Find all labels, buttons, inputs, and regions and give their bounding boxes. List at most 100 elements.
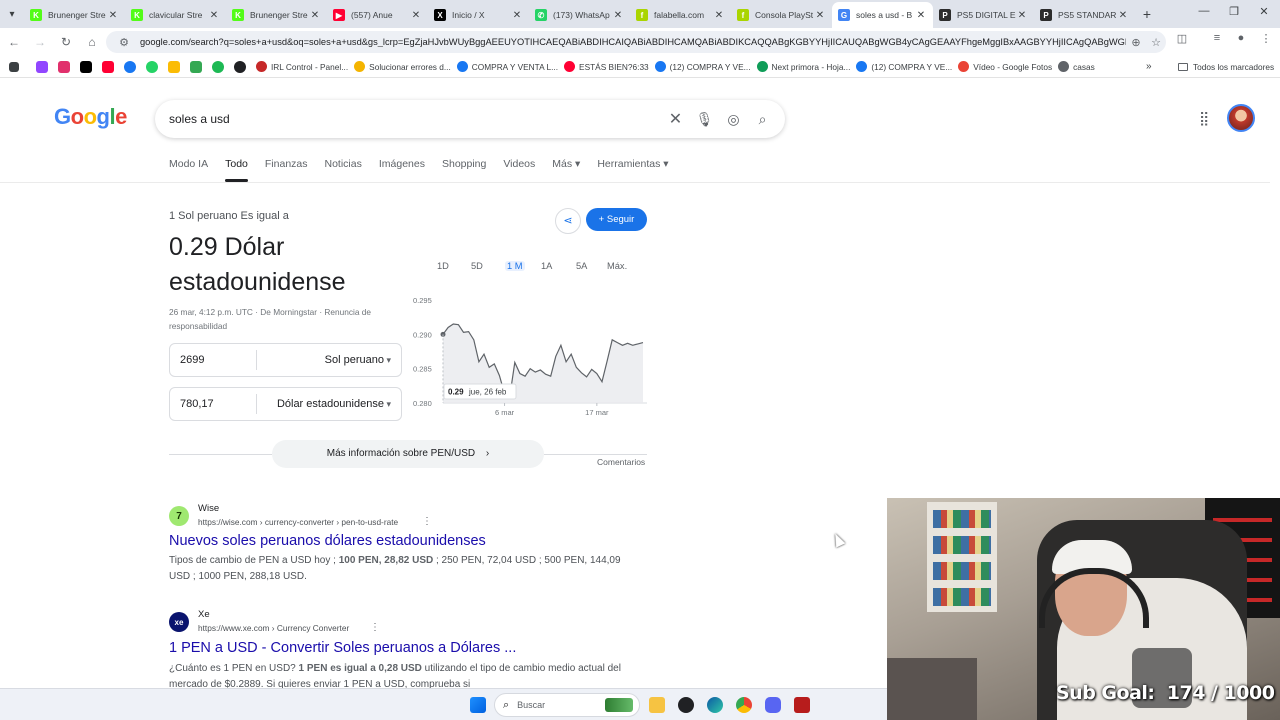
browser-tab[interactable]: Kclavicular Stre ✕	[125, 2, 226, 28]
browser-tab[interactable]: K Brunenger Stre ✕	[24, 2, 125, 28]
browser-tab[interactable]: X Inicio / X ✕	[428, 2, 529, 28]
microsoft-icon[interactable]	[168, 60, 180, 73]
to-currency-field[interactable]: 780,17 Dólar estadounidense	[169, 387, 402, 421]
bookmark-item[interactable]: IRL Control - Panel...	[256, 61, 348, 72]
browser-tab[interactable]: P PS5 DIGITAL E ✕	[933, 2, 1034, 28]
bookmark-item[interactable]: COMPRA Y VENTA L...	[456, 61, 558, 72]
to-currency-select[interactable]: Dólar estadounidense	[257, 398, 401, 410]
close-tab-icon[interactable]: ✕	[814, 10, 826, 21]
result-site-name[interactable]: Wise	[198, 503, 219, 514]
bookmarks-overflow-icon[interactable]: »	[1146, 61, 1152, 72]
account-avatar[interactable]	[1227, 104, 1255, 132]
x-icon[interactable]	[80, 60, 92, 73]
result-options-icon[interactable]: ⋮	[422, 516, 432, 527]
exchange-rate-chart[interactable]: 0.295 0.290 0.285 0.280 6 mar 17 mar 0.29 jue, …	[410, 290, 650, 420]
image-search-icon[interactable]: ◎	[719, 111, 748, 128]
chrome-icon[interactable]	[736, 697, 752, 713]
search-tab[interactable]: Modo IA	[169, 158, 208, 182]
close-window-button[interactable]: ✕	[1254, 5, 1274, 18]
feedback-link[interactable]: Comentarios	[597, 457, 645, 467]
close-tab-icon[interactable]: ✕	[511, 10, 523, 21]
voice-search-icon[interactable]: 🎙	[690, 111, 719, 128]
close-tab-icon[interactable]: ✕	[410, 10, 422, 21]
close-tab-icon[interactable]: ✕	[107, 10, 119, 21]
site-info-icon[interactable]: ⚙	[114, 36, 134, 49]
whatsapp-icon[interactable]	[146, 60, 158, 73]
browser-tab[interactable]: Gsoles a usd - B ✕	[832, 2, 933, 28]
twitch-icon[interactable]	[36, 60, 48, 73]
extensions-icon[interactable]: ◫	[1172, 32, 1192, 45]
search-tab[interactable]: Más ▾	[552, 158, 580, 182]
github-icon[interactable]	[234, 60, 246, 73]
search-tab[interactable]: Shopping	[442, 158, 486, 182]
follow-button[interactable]: + Seguir	[586, 208, 647, 231]
browser-tab[interactable]: f falabella.com ✕	[630, 2, 731, 28]
google-logo[interactable]: Google	[54, 104, 127, 130]
from-currency-field[interactable]: 2699 Sol peruano	[169, 343, 402, 377]
browser-tab[interactable]: ▶ (557) Anue ✕	[327, 2, 428, 28]
back-icon[interactable]: ←	[2, 30, 26, 54]
profile-avatar[interactable]: ●	[1231, 32, 1251, 44]
browser-menu-icon[interactable]: ⋮	[1256, 32, 1276, 45]
browser-tab[interactable]: P PS5 STANDAR ✕	[1034, 2, 1135, 28]
share-button[interactable]: ⋖	[555, 208, 581, 234]
result-url[interactable]: https://www.xe.com › Currency Converter	[198, 623, 349, 633]
result-title-link[interactable]: Nuevos soles peruanos dólares estadounid…	[169, 533, 486, 549]
to-amount-input[interactable]: 780,17	[170, 394, 257, 414]
result-site-name[interactable]: Xe	[198, 609, 210, 620]
close-tab-icon[interactable]: ✕	[612, 10, 624, 21]
result-url[interactable]: https://wise.com › currency-converter › …	[198, 517, 398, 527]
bookmark-star-icon[interactable]: ☆	[1146, 36, 1166, 49]
app-icon[interactable]	[794, 697, 810, 713]
result-title-link[interactable]: 1 PEN a USD - Convertir Soles peruanos a…	[169, 640, 516, 656]
discord-icon[interactable]	[765, 697, 781, 713]
start-button-icon[interactable]	[470, 697, 486, 713]
chart-range-tab[interactable]: Máx.	[607, 261, 627, 271]
reload-icon[interactable]: ↻	[54, 30, 78, 54]
search-tab[interactable]: Finanzas	[265, 158, 308, 182]
browser-tab[interactable]: ✆ (173) WhatsAp ✕	[529, 2, 630, 28]
search-tab[interactable]: Videos	[503, 158, 535, 182]
search-input[interactable]: soles a usd ✕ 🎙 ◎ ⌕	[155, 100, 785, 138]
instagram-icon[interactable]	[58, 60, 70, 73]
chart-range-tab[interactable]: 1 M	[505, 261, 525, 271]
home-icon[interactable]: ⌂	[80, 30, 104, 54]
search-tab[interactable]: Herramientas ▾	[597, 158, 668, 182]
chart-range-tab[interactable]: 5D	[471, 261, 483, 271]
bookmark-item[interactable]: (12) COMPRA Y VE...	[654, 61, 751, 72]
search-tab[interactable]: Todo	[225, 158, 248, 182]
close-tab-icon[interactable]: ✕	[915, 10, 927, 21]
bookmark-item[interactable]: Solucionar errores d...	[354, 61, 451, 72]
apps-grid-icon[interactable]	[9, 61, 19, 72]
clear-search-icon[interactable]: ✕	[661, 109, 690, 129]
spotify-icon[interactable]	[212, 60, 224, 73]
forward-icon[interactable]: →	[28, 30, 52, 54]
search-tab[interactable]: Noticias	[325, 158, 362, 182]
more-info-button[interactable]: Más información sobre PEN/USD ›	[272, 440, 544, 468]
close-tab-icon[interactable]: ✕	[713, 10, 725, 21]
bookmark-item[interactable]: ESTÁS BIEN?6:33	[564, 61, 649, 72]
search-icon[interactable]: ⌕	[748, 111, 777, 128]
search-tab[interactable]: Imágenes	[379, 158, 425, 182]
close-tab-icon[interactable]: ✕	[208, 10, 220, 21]
edge-icon[interactable]	[707, 697, 723, 713]
close-tab-icon[interactable]: ✕	[1016, 10, 1028, 21]
from-amount-input[interactable]: 2699	[170, 350, 257, 370]
youtube-icon[interactable]	[102, 60, 114, 73]
all-bookmarks-folder[interactable]: Todos los marcadores	[1178, 62, 1274, 72]
zoom-icon[interactable]: ⊕	[1126, 36, 1146, 49]
search-query-text[interactable]: soles a usd	[169, 112, 661, 126]
chart-range-tab[interactable]: 1A	[541, 261, 552, 271]
bookmark-item[interactable]: Next primora - Hoja...	[756, 61, 850, 72]
close-tab-icon[interactable]: ✕	[309, 10, 321, 21]
bookmark-item[interactable]: casas	[1058, 61, 1095, 72]
bookmark-item[interactable]: Vídeo - Google Fotos	[958, 61, 1052, 72]
obs-icon[interactable]	[678, 697, 694, 713]
bookmark-item[interactable]: (12) COMPRA Y VE...	[856, 61, 952, 72]
new-tab-button[interactable]: +	[1135, 6, 1159, 22]
maximize-button[interactable]: ❐	[1224, 5, 1244, 18]
from-currency-select[interactable]: Sol peruano	[257, 354, 401, 366]
sheets-icon[interactable]	[190, 60, 202, 73]
media-controls-icon[interactable]: ≡	[1207, 32, 1227, 44]
browser-tab[interactable]: K Brunenger Stre ✕	[226, 2, 327, 28]
